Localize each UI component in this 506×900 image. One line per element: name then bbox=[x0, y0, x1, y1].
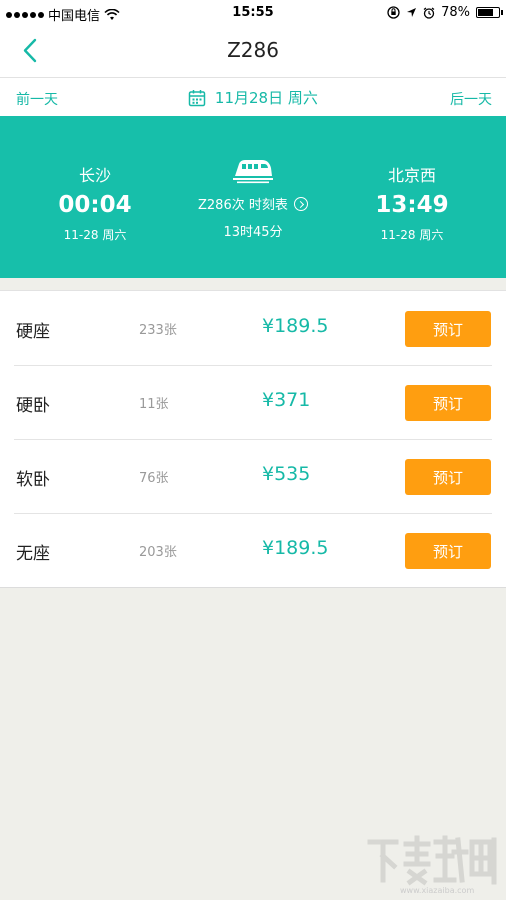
timetable-link[interactable]: Z286次 时刻表 bbox=[173, 194, 333, 213]
seat-type: 无座 bbox=[16, 544, 50, 564]
departure-time: 00:04 bbox=[58, 192, 132, 218]
page-title: Z286 bbox=[227, 38, 279, 62]
nav-bar: Z286 bbox=[0, 26, 506, 78]
seat-type: 硬座 bbox=[16, 322, 50, 342]
book-button[interactable]: 预订 bbox=[405, 533, 491, 569]
battery-icon bbox=[476, 7, 503, 18]
location-arrow-icon bbox=[407, 8, 417, 17]
book-button[interactable]: 预订 bbox=[405, 459, 491, 495]
next-day-button[interactable]: 后一天 bbox=[450, 89, 492, 109]
watermark-logo: www.xiazaiba.com bbox=[366, 834, 500, 896]
seat-count: 11张 bbox=[139, 397, 169, 412]
seat-row: 无座 203张 ¥189.5 预订 bbox=[0, 513, 506, 587]
seat-count: 233张 bbox=[139, 323, 177, 338]
seat-list: 硬座 233张 ¥189.5 预订 硬卧 11张 ¥371 预订 软卧 76张 … bbox=[0, 290, 506, 588]
seat-row: 硬座 233张 ¥189.5 预订 bbox=[0, 291, 506, 365]
date-bar: 前一天 11月28日 周六 后一天 bbox=[0, 78, 506, 116]
seat-count: 203张 bbox=[139, 545, 177, 560]
seat-price: ¥189.5 bbox=[262, 537, 329, 559]
selected-date: 11月28日 周六 bbox=[214, 89, 318, 107]
train-icon bbox=[233, 160, 273, 184]
rotation-lock-icon bbox=[387, 6, 400, 19]
seat-row: 软卧 76张 ¥535 预订 bbox=[0, 439, 506, 513]
seat-row: 硬卧 11张 ¥371 预订 bbox=[0, 365, 506, 439]
book-button[interactable]: 预订 bbox=[405, 311, 491, 347]
seat-price: ¥535 bbox=[262, 463, 311, 485]
arrival-date: 11-28 周六 bbox=[380, 228, 444, 242]
departure-info: 长沙 00:04 11-28 周六 bbox=[20, 162, 170, 243]
arrival-info: 北京西 13:49 11-28 周六 bbox=[337, 162, 487, 243]
status-bar: 中国电信 15:55 78% bbox=[0, 0, 506, 26]
departure-date: 11-28 周六 bbox=[63, 228, 127, 242]
seat-count: 76张 bbox=[139, 471, 169, 486]
train-info-panel: 长沙 00:04 11-28 周六 Z286次 时刻表 13时45分 北京西 1… bbox=[0, 116, 506, 278]
departure-station: 长沙 bbox=[78, 166, 111, 185]
chevron-right-circle-icon bbox=[294, 197, 308, 211]
battery-percent: 78% bbox=[441, 5, 470, 20]
train-code: Z286次 时刻表 bbox=[198, 198, 288, 213]
seat-type: 软卧 bbox=[16, 470, 50, 490]
arrival-station: 北京西 bbox=[387, 166, 436, 185]
date-picker[interactable]: 11月28日 周六 bbox=[0, 87, 506, 108]
calendar-icon bbox=[188, 89, 206, 106]
train-summary: Z286次 时刻表 13时45分 bbox=[173, 156, 333, 240]
seat-type: 硬卧 bbox=[16, 396, 50, 416]
travel-duration: 13时45分 bbox=[223, 225, 283, 240]
watermark-logo-icon bbox=[367, 835, 497, 886]
watermark-url: www.xiazaiba.com bbox=[400, 886, 475, 895]
seat-price: ¥371 bbox=[262, 389, 311, 411]
seat-price: ¥189.5 bbox=[262, 315, 329, 337]
book-button[interactable]: 预订 bbox=[405, 385, 491, 421]
arrival-time: 13:49 bbox=[375, 192, 449, 218]
alarm-icon bbox=[423, 6, 435, 19]
